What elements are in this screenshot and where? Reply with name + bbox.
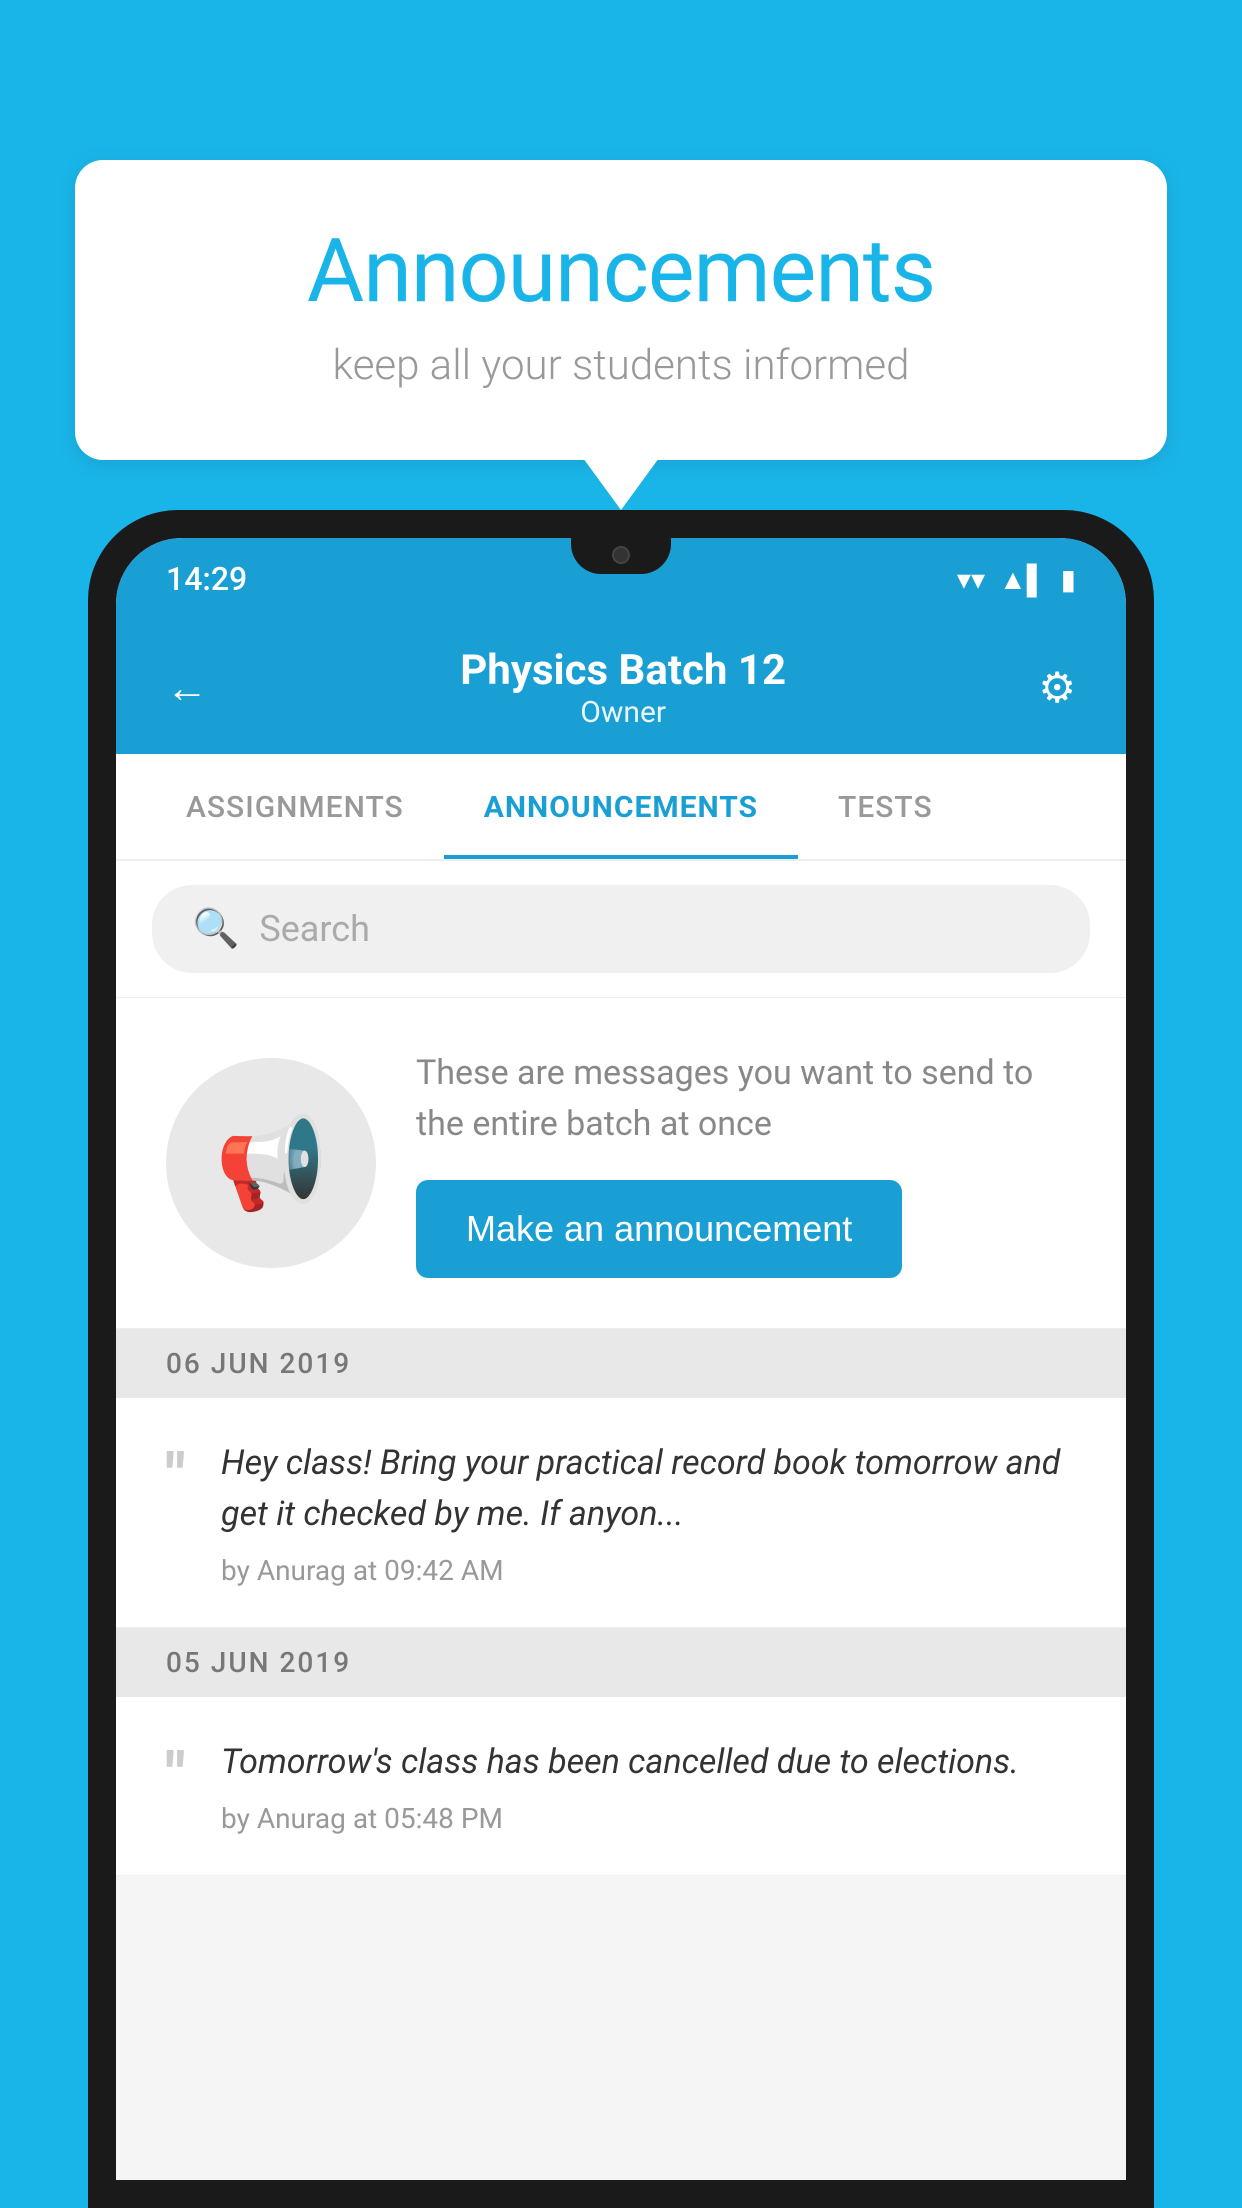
- phone-screen: 14:29 ▾▾ ▲▌ ▮ ← Physics Batch 12 Owner ⚙: [116, 538, 1126, 2180]
- announcement-icon-circle: 📢: [166, 1058, 376, 1268]
- search-icon: 🔍: [192, 907, 239, 951]
- tab-assignments[interactable]: ASSIGNMENTS: [146, 754, 444, 859]
- message-meta-2: by Anurag at 05:48 PM: [221, 1802, 1076, 1835]
- status-icons: ▾▾ ▲▌ ▮: [957, 563, 1076, 596]
- message-meta-1: by Anurag at 09:42 AM: [221, 1554, 1076, 1587]
- back-button[interactable]: ←: [166, 664, 208, 713]
- speech-bubble-section: Announcements keep all your students inf…: [75, 160, 1167, 460]
- batch-title: Physics Batch 12: [460, 646, 786, 695]
- app-header: ← Physics Batch 12 Owner ⚙: [116, 616, 1126, 754]
- quote-icon-1: ": [166, 1446, 185, 1506]
- megaphone-icon: 📢: [215, 1111, 327, 1216]
- content-area[interactable]: 🔍 Search 📢 These are messages you want t…: [116, 861, 1126, 2180]
- message-item-1[interactable]: " Hey class! Bring your practical record…: [116, 1398, 1126, 1628]
- announcement-right: These are messages you want to send to t…: [416, 1048, 1076, 1278]
- tab-announcements[interactable]: ANNOUNCEMENTS: [444, 754, 798, 859]
- announcement-description: These are messages you want to send to t…: [416, 1048, 1076, 1150]
- announcement-intro: 📢 These are messages you want to send to…: [116, 998, 1126, 1329]
- message-text-1: Hey class! Bring your practical record b…: [221, 1438, 1076, 1540]
- bubble-title: Announcements: [155, 220, 1087, 323]
- message-content-1: Hey class! Bring your practical record b…: [221, 1438, 1076, 1587]
- tabs-bar: ASSIGNMENTS ANNOUNCEMENTS TESTS: [116, 754, 1126, 861]
- phone-notch: [571, 538, 671, 574]
- quote-icon-2: ": [166, 1745, 185, 1805]
- battery-icon: ▮: [1061, 563, 1076, 596]
- settings-icon[interactable]: ⚙: [1038, 663, 1076, 713]
- date-separator-2: 05 JUN 2019: [116, 1628, 1126, 1697]
- front-camera: [612, 546, 630, 564]
- speech-bubble-card: Announcements keep all your students inf…: [75, 160, 1167, 460]
- status-time: 14:29: [166, 560, 247, 598]
- message-content-2: Tomorrow's class has been cancelled due …: [221, 1737, 1076, 1835]
- bubble-subtitle: keep all your students informed: [155, 341, 1087, 390]
- phone-frame: 14:29 ▾▾ ▲▌ ▮ ← Physics Batch 12 Owner ⚙: [88, 510, 1154, 2208]
- search-bar[interactable]: 🔍 Search: [152, 885, 1090, 973]
- date-separator-1: 06 JUN 2019: [116, 1329, 1126, 1398]
- search-input[interactable]: Search: [259, 908, 370, 950]
- message-item-2[interactable]: " Tomorrow's class has been cancelled du…: [116, 1697, 1126, 1876]
- header-center: Physics Batch 12 Owner: [460, 646, 786, 730]
- make-announcement-button[interactable]: Make an announcement: [416, 1180, 902, 1278]
- search-container: 🔍 Search: [116, 861, 1126, 998]
- wifi-icon: ▾▾: [957, 563, 985, 596]
- phone-wrapper: 14:29 ▾▾ ▲▌ ▮ ← Physics Batch 12 Owner ⚙: [88, 510, 1154, 2208]
- batch-role: Owner: [460, 695, 786, 730]
- message-text-2: Tomorrow's class has been cancelled due …: [221, 1737, 1076, 1788]
- signal-icon: ▲▌: [999, 563, 1047, 596]
- tab-tests[interactable]: TESTS: [798, 754, 973, 859]
